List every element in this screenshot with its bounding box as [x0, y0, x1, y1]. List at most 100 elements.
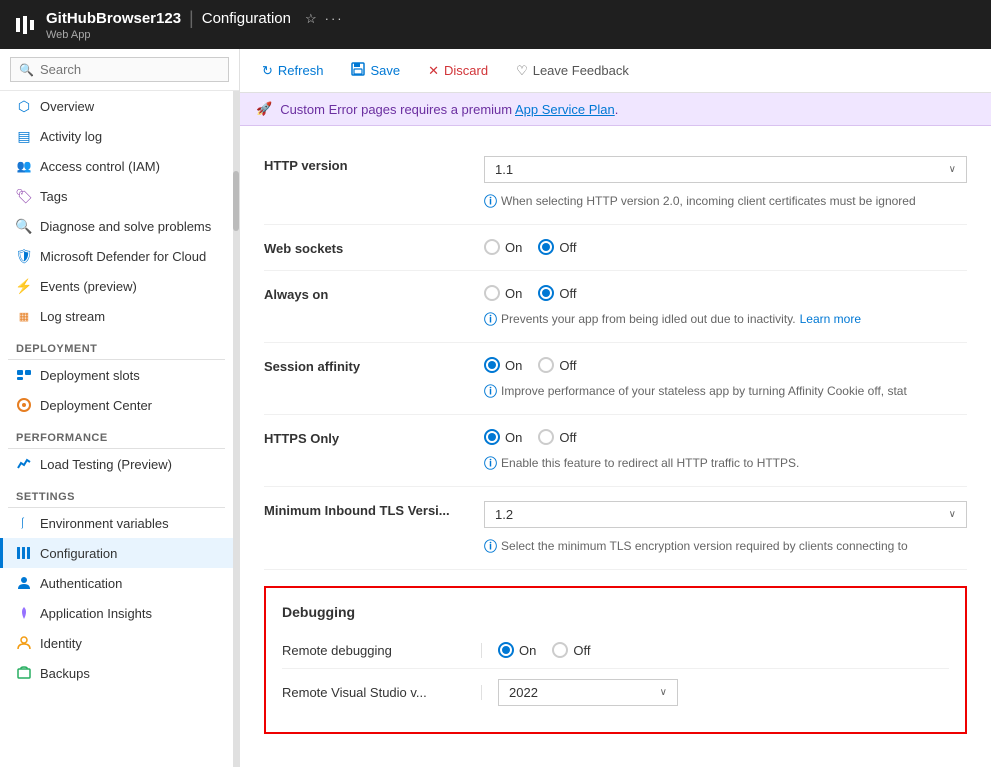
- discard-button[interactable]: ✕ Discard: [422, 59, 494, 83]
- logo-bar-3: [30, 20, 34, 30]
- web-sockets-off-radio[interactable]: [538, 239, 554, 255]
- sidebar-scroll-thumb[interactable]: [233, 171, 239, 231]
- app-header: GitHubBrowser123 | Configuration ☆ ··· W…: [0, 0, 991, 49]
- save-button[interactable]: Save: [345, 58, 406, 83]
- sidebar-item-access-control[interactable]: 👥 Access control (IAM): [0, 151, 233, 181]
- dropdown-arrow-icon: ∨: [660, 687, 667, 698]
- remote-debugging-on-radio[interactable]: [498, 642, 514, 658]
- session-affinity-hint: ⓘ Improve performance of your stateless …: [484, 381, 967, 400]
- sidebar-item-events[interactable]: ⚡ Events (preview): [0, 271, 233, 301]
- deployment-section-label: Deployment: [0, 331, 233, 359]
- discard-icon: ✕: [428, 63, 439, 79]
- min-tls-dropdown[interactable]: 1.2 ∨: [484, 501, 967, 528]
- web-sockets-row: Web sockets On Off: [264, 225, 967, 271]
- min-tls-label: Minimum Inbound TLS Versi...: [264, 501, 484, 518]
- remote-vs-dropdown[interactable]: 2022 ∨: [498, 679, 678, 706]
- info-icon: ⓘ: [484, 309, 497, 328]
- access-control-icon: 👥: [16, 158, 32, 174]
- events-icon: ⚡: [16, 278, 32, 294]
- sidebar-item-deployment-slots[interactable]: Deployment slots: [0, 360, 233, 390]
- https-only-off-option[interactable]: Off: [538, 429, 576, 445]
- https-only-label: HTTPS Only: [264, 429, 484, 446]
- remote-debugging-off-label: Off: [573, 643, 590, 658]
- sidebar-item-app-insights[interactable]: Application Insights: [0, 598, 233, 628]
- refresh-button[interactable]: ↻ Refresh: [256, 59, 329, 83]
- web-sockets-off-option[interactable]: Off: [538, 239, 576, 255]
- http-version-row: HTTP version 1.1 ∨ ⓘ When selecting HTTP…: [264, 142, 967, 225]
- sidebar-item-backups[interactable]: Backups: [0, 658, 233, 688]
- alert-banner: 🚀 Custom Error pages requires a premium …: [240, 93, 991, 126]
- sidebar-item-log-stream[interactable]: ▦ Log stream: [0, 301, 233, 331]
- remote-debugging-off-radio[interactable]: [552, 642, 568, 658]
- http-version-control: 1.1 ∨ ⓘ When selecting HTTP version 2.0,…: [484, 156, 967, 210]
- sidebar-item-configuration[interactable]: Configuration: [0, 538, 233, 568]
- sidebar-item-overview[interactable]: ⬡ Overview: [0, 91, 233, 121]
- log-stream-icon: ▦: [16, 308, 32, 324]
- http-version-hint: ⓘ When selecting HTTP version 2.0, incom…: [484, 191, 967, 210]
- more-options-icon[interactable]: ···: [325, 11, 344, 26]
- remote-debugging-off-option[interactable]: Off: [552, 642, 590, 658]
- session-affinity-on-radio[interactable]: [484, 357, 500, 373]
- sidebar-search-container: 🔍: [0, 49, 239, 91]
- sidebar: 🔍 ⬡ Overview ▤ Activity log 👥 Access con…: [0, 49, 240, 767]
- dropdown-arrow-icon: ∨: [949, 164, 956, 175]
- https-only-on-label: On: [505, 430, 522, 445]
- web-sockets-on-label: On: [505, 240, 522, 255]
- always-on-on-radio[interactable]: [484, 285, 500, 301]
- min-tls-control: 1.2 ∨ ⓘ Select the minimum TLS encryptio…: [484, 501, 967, 555]
- refresh-icon: ↻: [262, 63, 273, 79]
- remote-vs-row: Remote Visual Studio v... 2022 ∨: [282, 669, 949, 716]
- always-on-on-option[interactable]: On: [484, 285, 522, 301]
- http-version-dropdown[interactable]: 1.1 ∨: [484, 156, 967, 183]
- sidebar-item-label: Events (preview): [40, 279, 137, 294]
- feedback-label: Leave Feedback: [533, 63, 629, 78]
- sidebar-item-label: Deployment Center: [40, 398, 152, 413]
- star-icon[interactable]: ☆: [305, 11, 317, 27]
- sidebar-item-deployment-center[interactable]: Deployment Center: [0, 390, 233, 420]
- sidebar-item-tags[interactable]: 🏷 Tags: [0, 181, 233, 211]
- main-content: ↻ Refresh Save ✕ Discard ♡ Leave Feedbac…: [240, 49, 991, 767]
- sidebar-item-label: Activity log: [40, 129, 102, 144]
- https-only-on-radio[interactable]: [484, 429, 500, 445]
- always-on-learn-more-link[interactable]: Learn more: [800, 312, 861, 326]
- identity-icon: [16, 635, 32, 651]
- https-only-on-option[interactable]: On: [484, 429, 522, 445]
- always-on-control: On Off ⓘ Prevents your app from being id…: [484, 285, 967, 328]
- https-only-radio-group: On Off: [484, 429, 967, 445]
- sidebar-item-diagnose[interactable]: 🔍 Diagnose and solve problems: [0, 211, 233, 241]
- app-insights-icon: [16, 605, 32, 621]
- feedback-button[interactable]: ♡ Leave Feedback: [510, 59, 635, 83]
- sidebar-item-label: Microsoft Defender for Cloud: [40, 249, 206, 264]
- session-affinity-off-option[interactable]: Off: [538, 357, 576, 373]
- sidebar-scrollbar[interactable]: [233, 91, 239, 767]
- info-icon: ⓘ: [484, 453, 497, 472]
- sidebar-item-label: Configuration: [40, 546, 117, 561]
- alert-link[interactable]: App Service Plan: [515, 102, 615, 117]
- sidebar-item-label: Deployment slots: [40, 368, 140, 383]
- activity-log-icon: ▤: [16, 128, 32, 144]
- info-icon: ⓘ: [484, 381, 497, 400]
- session-affinity-off-radio[interactable]: [538, 357, 554, 373]
- sidebar-item-label: Tags: [40, 189, 67, 204]
- session-affinity-row: Session affinity On Off ⓘ: [264, 343, 967, 415]
- sidebar-item-activity-log[interactable]: ▤ Activity log: [0, 121, 233, 151]
- session-affinity-on-label: On: [505, 358, 522, 373]
- sidebar-item-authentication[interactable]: Authentication: [0, 568, 233, 598]
- remote-debugging-on-option[interactable]: On: [498, 642, 536, 658]
- svg-text:⎰⎱: ⎰⎱: [17, 517, 32, 530]
- always-on-off-radio[interactable]: [538, 285, 554, 301]
- search-input[interactable]: [40, 62, 220, 77]
- sidebar-item-identity[interactable]: Identity: [0, 628, 233, 658]
- sidebar-item-defender[interactable]: 🛡 Microsoft Defender for Cloud: [0, 241, 233, 271]
- sidebar-item-load-testing[interactable]: Load Testing (Preview): [0, 449, 233, 479]
- sidebar-item-label: Authentication: [40, 576, 122, 591]
- https-only-off-radio[interactable]: [538, 429, 554, 445]
- search-box[interactable]: 🔍: [10, 57, 229, 82]
- sidebar-item-env-variables[interactable]: ⎰⎱ Environment variables: [0, 508, 233, 538]
- web-sockets-on-radio[interactable]: [484, 239, 500, 255]
- always-on-off-option[interactable]: Off: [538, 285, 576, 301]
- web-sockets-on-option[interactable]: On: [484, 239, 522, 255]
- remote-debugging-label: Remote debugging: [282, 643, 482, 658]
- session-affinity-on-option[interactable]: On: [484, 357, 522, 373]
- remote-debugging-row: Remote debugging On Off: [282, 632, 949, 669]
